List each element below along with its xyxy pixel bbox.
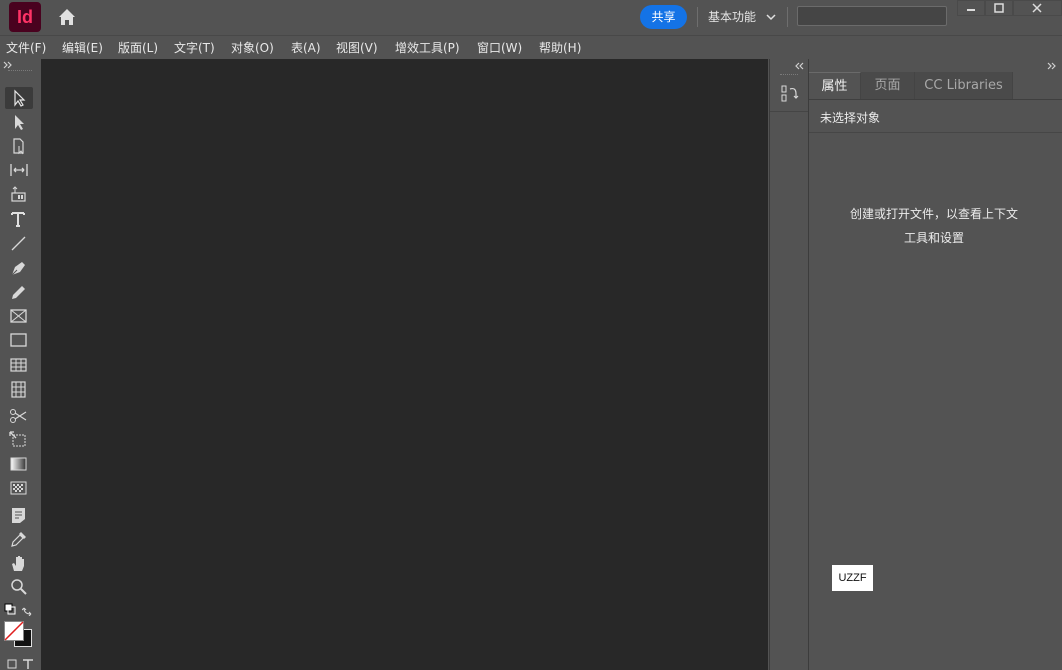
table-tool[interactable]: [5, 354, 33, 376]
scissors-tool-icon: [10, 409, 27, 423]
menu-help[interactable]: 帮助(H): [539, 39, 581, 56]
page-tool-icon: [13, 138, 24, 155]
gradient-swatch-icon: [10, 457, 27, 471]
gap-tool-icon: [10, 164, 28, 176]
restore-button[interactable]: [985, 0, 1013, 16]
tab-properties[interactable]: 属性: [809, 72, 861, 99]
home-button[interactable]: [55, 6, 79, 28]
type-tool[interactable]: [5, 208, 33, 230]
collapse-double-arrow-icon[interactable]: [794, 61, 804, 71]
gradient-feather-tool[interactable]: [5, 477, 33, 499]
indesign-logo: Id: [9, 2, 41, 32]
collapse-double-arrow-icon[interactable]: [1047, 61, 1057, 71]
table-tool-icon: [10, 358, 27, 372]
watermark-badge: UZZF: [832, 565, 873, 591]
content-collector-icon: [11, 186, 26, 202]
restore-icon: [994, 3, 1004, 13]
menu-edit[interactable]: 编辑(E): [62, 39, 103, 56]
line-tool[interactable]: [5, 232, 33, 254]
close-icon: [1032, 3, 1042, 13]
direct-selection-tool[interactable]: [5, 111, 33, 133]
tab-cc-libraries[interactable]: CC Libraries: [915, 72, 1013, 99]
eyedropper-tool[interactable]: [5, 528, 33, 550]
free-transform-tool[interactable]: [5, 429, 33, 451]
zoom-tool-icon: [11, 579, 27, 595]
rectangle-tool-icon: [10, 333, 27, 347]
pencil-tool[interactable]: [5, 281, 33, 303]
column-grid-icon: [11, 381, 26, 398]
menu-file[interactable]: 文件(F): [6, 39, 46, 56]
document-area[interactable]: [41, 59, 768, 670]
empty-state-line-2: 工具和设置: [903, 231, 964, 245]
default-fill-stroke-icon[interactable]: [4, 603, 16, 615]
formatting-container-icon[interactable]: [7, 659, 17, 669]
empty-state-message: 创建或打开文件，以查看上下文 工具和设置: [829, 202, 1039, 250]
pencil-tool-icon: [12, 286, 25, 299]
formatting-text-icon[interactable]: [22, 658, 34, 670]
expand-double-arrow-icon[interactable]: [3, 60, 13, 70]
gradient-feather-icon: [10, 481, 27, 495]
note-tool-icon: [12, 508, 25, 523]
gap-tool[interactable]: [5, 159, 33, 181]
eyedropper-tool-icon: [11, 532, 26, 547]
selection-tool-icon: [14, 89, 26, 107]
menu-object[interactable]: 对象(O): [231, 39, 274, 56]
direct-selection-tool-icon: [15, 115, 24, 130]
menu-bar: 文件(F) 编辑(E) 版面(L) 文字(T) 对象(O) 表(A) 视图(V)…: [0, 35, 1062, 58]
free-transform-tool-icon: [9, 431, 26, 447]
menu-table[interactable]: 表(A): [291, 39, 321, 56]
title-bar: Id 共享 基本功能: [0, 0, 1062, 34]
hand-tool[interactable]: [5, 552, 33, 574]
no-selection-label: 未选择对象: [820, 111, 881, 125]
rectangle-frame-tool-icon: [10, 309, 27, 323]
collapsed-panel-dock: [769, 59, 809, 670]
chevron-down-icon[interactable]: [764, 7, 778, 27]
panel-tabs: 属性 页面 CC Libraries: [809, 72, 1062, 100]
fill-swatch[interactable]: [4, 621, 24, 641]
zoom-tool[interactable]: [5, 576, 33, 598]
tab-pages[interactable]: 页面: [861, 72, 915, 99]
home-icon: [59, 9, 75, 25]
pen-tool[interactable]: [5, 257, 33, 279]
gradient-swatch-tool[interactable]: [5, 453, 33, 475]
swap-fill-stroke-icon[interactable]: [22, 604, 34, 616]
divider: [809, 132, 1062, 133]
rectangle-tool[interactable]: [5, 329, 33, 351]
menu-plugins[interactable]: 增效工具(P): [395, 39, 460, 56]
content-collector-tool[interactable]: [5, 183, 33, 205]
grip-icon[interactable]: [780, 74, 798, 77]
minimize-icon: [967, 9, 975, 11]
line-tool-icon: [11, 236, 26, 251]
empty-state-line-1: 创建或打开文件，以查看上下文: [849, 207, 1018, 221]
search-input[interactable]: [797, 6, 947, 26]
menu-view[interactable]: 视图(V): [336, 39, 378, 56]
menu-layout[interactable]: 版面(L): [118, 39, 158, 56]
workspace-switcher-label[interactable]: 基本功能: [708, 7, 756, 27]
scissors-tool[interactable]: [5, 405, 33, 427]
hand-tool-icon: [12, 556, 24, 571]
divider: [697, 7, 698, 27]
close-button[interactable]: [1013, 0, 1062, 16]
menu-type[interactable]: 文字(T): [174, 39, 215, 56]
menu-window[interactable]: 窗口(W): [477, 39, 522, 56]
type-tool-icon: [11, 212, 25, 227]
page-tool[interactable]: [5, 135, 33, 157]
selection-tool[interactable]: [5, 87, 33, 109]
pen-tool-icon: [11, 262, 25, 276]
pages-panel-icon[interactable]: [781, 84, 799, 104]
tools-panel: [0, 72, 41, 670]
note-tool[interactable]: [5, 504, 33, 526]
toolbar-header[interactable]: [0, 59, 41, 72]
minimize-button[interactable]: [957, 0, 985, 16]
dock-header-separator: [770, 111, 808, 112]
rectangle-frame-tool[interactable]: [5, 305, 33, 327]
column-grid-tool[interactable]: [5, 378, 33, 400]
divider: [787, 7, 788, 27]
share-button[interactable]: 共享: [640, 5, 687, 29]
